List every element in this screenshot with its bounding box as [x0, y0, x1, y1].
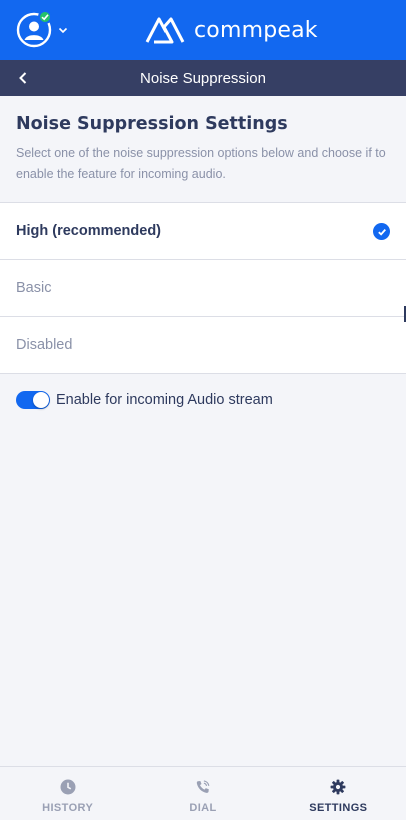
online-status-icon — [38, 10, 52, 24]
top-bar: commpeak — [0, 0, 406, 60]
checkmark-icon — [373, 223, 390, 240]
brand-name: commpeak — [194, 17, 318, 43]
noise-suppression-options: High (recommended) Basic Disabled — [0, 202, 406, 374]
nav-label: SETTINGS — [309, 802, 368, 814]
phone-icon — [195, 779, 211, 795]
option-basic[interactable]: Basic — [0, 260, 406, 317]
incoming-audio-setting: Enable for incoming Audio stream — [16, 391, 273, 409]
account-avatar[interactable] — [16, 10, 52, 48]
clock-icon — [60, 779, 76, 795]
option-label: Disabled — [16, 337, 73, 353]
back-button[interactable] — [14, 69, 32, 87]
chevron-down-icon[interactable] — [57, 24, 69, 36]
bottom-navigation: HISTORY DIAL SETTINGS — [0, 766, 406, 820]
option-label: High (recommended) — [16, 223, 162, 239]
chevron-left-icon — [19, 72, 27, 84]
settings-intro: Noise Suppression Settings Select one of… — [16, 114, 394, 185]
nav-settings[interactable]: SETTINGS — [271, 767, 406, 820]
nav-label: HISTORY — [42, 802, 94, 814]
option-disabled[interactable]: Disabled — [0, 317, 406, 374]
nav-history[interactable]: HISTORY — [0, 767, 135, 820]
option-high[interactable]: High (recommended) — [0, 203, 406, 260]
page-title-bar: Noise Suppression — [0, 60, 406, 96]
brand-logo: commpeak — [144, 12, 318, 48]
toggle-label: Enable for incoming Audio stream — [56, 392, 273, 408]
incoming-audio-toggle[interactable] — [16, 391, 50, 409]
commpeak-logo-icon — [145, 17, 185, 44]
section-heading: Noise Suppression Settings — [16, 114, 288, 134]
gear-icon — [330, 779, 346, 795]
nav-dial[interactable]: DIAL — [135, 767, 270, 820]
nav-label: DIAL — [189, 802, 217, 814]
section-description: Select one of the noise suppression opti… — [16, 146, 386, 181]
page-title: Noise Suppression — [140, 69, 266, 87]
option-label: Basic — [16, 280, 52, 296]
toggle-knob — [33, 392, 49, 408]
